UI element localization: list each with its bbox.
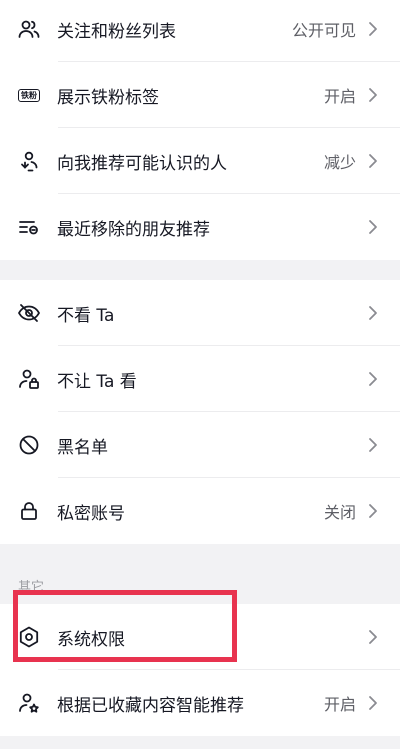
row-value: 开启 bbox=[323, 695, 356, 714]
row-fan-badge[interactable]: 铁粉 展示铁粉标签 开启 bbox=[0, 62, 400, 128]
row-label: 私密账号 bbox=[57, 503, 125, 524]
chevron-right-icon bbox=[366, 219, 380, 235]
privacy-settings-page: 关注和粉丝列表 公开可见 铁粉 展示铁粉标签 开启 向我推荐可能认识的人 减少 … bbox=[0, 0, 400, 749]
row-recommend-known-people[interactable]: 向我推荐可能认识的人 减少 bbox=[0, 128, 400, 194]
row-label: 根据已收藏内容智能推荐 bbox=[57, 695, 244, 716]
row-dont-let-ta-see[interactable]: 不让 Ta 看 bbox=[0, 346, 400, 412]
row-label: 黑名单 bbox=[57, 437, 108, 458]
chevron-right-icon bbox=[366, 503, 380, 519]
fan-badge-text: 铁粉 bbox=[18, 88, 40, 102]
row-removed-friend-recommendations[interactable]: 最近移除的朋友推荐 bbox=[0, 194, 400, 260]
lock-icon bbox=[16, 498, 42, 524]
removed-list-icon bbox=[16, 214, 42, 240]
row-blacklist[interactable]: 黑名单 bbox=[0, 412, 400, 478]
eye-off-icon bbox=[16, 300, 42, 326]
row-value: 开启 bbox=[323, 87, 356, 106]
row-label: 不看 Ta bbox=[57, 305, 115, 326]
row-follow-fans-list[interactable]: 关注和粉丝列表 公开可见 bbox=[0, 0, 400, 62]
row-value: 减少 bbox=[323, 153, 356, 172]
settings-group-visibility: 不看 Ta 不让 Ta 看 黑名单 私密账号 关闭 bbox=[0, 280, 400, 544]
recommend-person-icon bbox=[16, 148, 42, 174]
person-star-icon bbox=[16, 690, 42, 716]
chevron-right-icon bbox=[366, 695, 380, 711]
chevron-right-icon bbox=[366, 87, 380, 103]
row-value: 公开可见 bbox=[291, 21, 356, 40]
hexagon-settings-icon bbox=[16, 624, 42, 650]
chevron-right-icon bbox=[366, 153, 380, 169]
row-smart-recommend-favorites[interactable]: 根据已收藏内容智能推荐 开启 bbox=[0, 670, 400, 736]
chevron-right-icon bbox=[366, 437, 380, 453]
fan-badge-icon: 铁粉 bbox=[16, 82, 42, 108]
chevron-right-icon bbox=[366, 21, 380, 37]
row-label: 最近移除的朋友推荐 bbox=[57, 219, 210, 240]
row-label: 向我推荐可能认识的人 bbox=[57, 153, 227, 174]
row-system-permissions[interactable]: 系统权限 bbox=[0, 604, 400, 670]
row-label: 不让 Ta 看 bbox=[57, 371, 137, 392]
row-label: 系统权限 bbox=[57, 629, 125, 650]
settings-group-other: 系统权限 根据已收藏内容智能推荐 开启 bbox=[0, 604, 400, 736]
block-icon bbox=[16, 432, 42, 458]
row-label: 关注和粉丝列表 bbox=[57, 21, 176, 42]
person-lock-icon bbox=[16, 366, 42, 392]
chevron-right-icon bbox=[366, 305, 380, 321]
chevron-right-icon bbox=[366, 371, 380, 387]
row-value: 关闭 bbox=[323, 503, 356, 522]
row-private-account[interactable]: 私密账号 关闭 bbox=[0, 478, 400, 544]
settings-group-social: 关注和粉丝列表 公开可见 铁粉 展示铁粉标签 开启 向我推荐可能认识的人 减少 … bbox=[0, 0, 400, 260]
people-icon bbox=[16, 16, 42, 42]
row-label: 展示铁粉标签 bbox=[57, 87, 159, 108]
row-dont-see-ta[interactable]: 不看 Ta bbox=[0, 280, 400, 346]
chevron-right-icon bbox=[366, 629, 380, 645]
section-header-other: 其它 bbox=[18, 580, 45, 595]
